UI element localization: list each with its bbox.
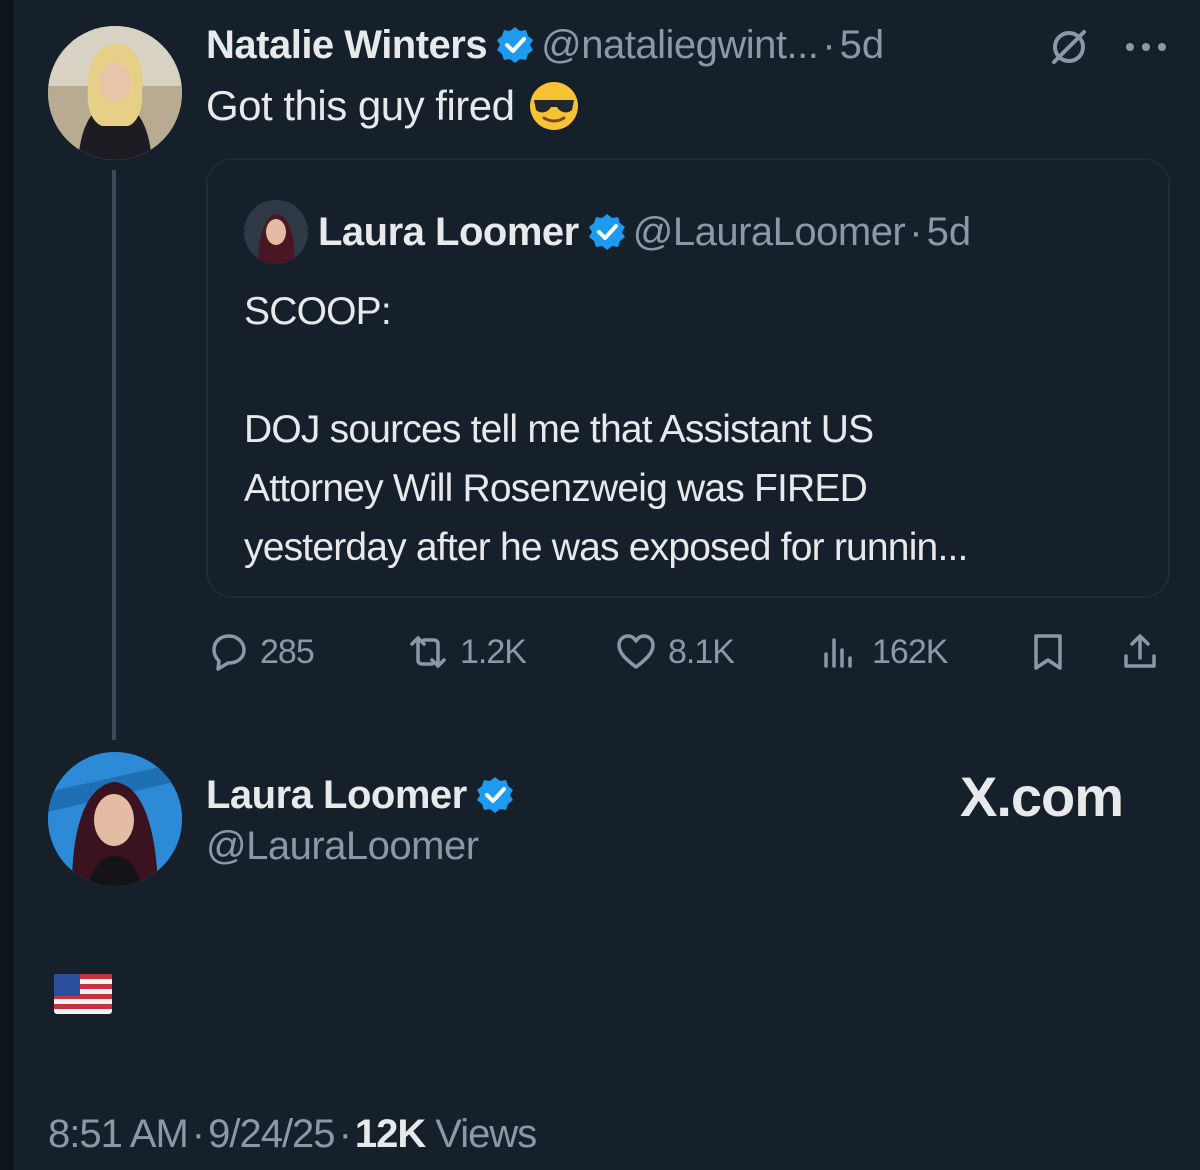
separator-dot: · [191,1111,205,1156]
bookmark-button[interactable] [1026,622,1080,682]
heart-icon [617,634,655,669]
post-date[interactable]: 9/24/25 [208,1112,335,1157]
quoted-author-handle[interactable]: @LauraLoomer [633,210,906,255]
thread-connector-line [112,170,116,740]
like-count: 8.1K [668,632,735,671]
quoted-tweet-header: Laura Loomer @LauraLoomer · 5d [318,206,971,258]
verified-badge-icon [495,25,535,65]
author-name[interactable]: Natalie Winters [206,23,488,68]
tweet-time[interactable]: 5d [840,23,885,68]
post-time[interactable]: 8:51 AM [48,1112,189,1157]
grok-icon[interactable] [1048,26,1090,68]
views-label: Views [435,1111,537,1156]
views-count: 162K [872,632,948,671]
quoted-tweet-card[interactable]: Laura Loomer @LauraLoomer · 5d SCOOP: DO… [206,158,1170,598]
separator-dot: · [822,22,836,67]
separator-dot: · [338,1111,352,1156]
quoted-text-line: Attorney Will Rosenzweig was FIRED [244,467,868,510]
sunglasses-emoji-icon [528,80,580,132]
separator-dot: · [909,209,923,254]
window-edge [0,0,14,1170]
reply-author-name[interactable]: Laura Loomer [206,773,467,818]
tweet-text: Got this guy fired [206,82,515,129]
views-total: 12K [354,1111,426,1156]
tweet-footer-meta: 8:51 AM · 9/24/25 · 12K Views [48,1106,537,1162]
parent-tweet-text: Got this guy fired [206,80,580,132]
repost-count: 1.2K [460,632,527,671]
parent-tweet-header: Natalie Winters @nataliegwint... · 5d [206,22,884,68]
reply-button[interactable]: 285 [206,622,315,682]
avatar-natalie-winters[interactable] [48,26,182,160]
x-com-watermark: X.com [960,765,1124,828]
us-flag-emoji-icon [54,974,112,1014]
share-icon [1124,634,1156,668]
avatar-laura-loomer[interactable] [48,752,182,886]
share-button[interactable] [1118,622,1172,682]
like-button[interactable]: 8.1K [614,622,735,682]
views-button[interactable]: 162K [818,622,948,682]
quoted-author-avatar[interactable] [244,200,308,264]
quoted-author-name[interactable]: Laura Loomer [318,210,579,255]
verified-badge-icon [587,212,627,252]
quoted-tweet-time[interactable]: 5d [927,210,972,255]
tweet-screenshot: Natalie Winters @nataliegwint... · 5d Go… [0,0,1200,1170]
reply-icon [212,634,246,671]
more-options-icon[interactable] [1124,40,1168,54]
bookmark-icon [1034,634,1062,670]
repost-icon [410,636,446,668]
tweet-action-bar: 285 1.2K 8.1K 162K [206,622,1170,682]
reply-author-handle[interactable]: @LauraLoomer [206,824,479,869]
repost-button[interactable]: 1.2K [406,622,527,682]
quoted-text-line: SCOOP: [244,290,392,333]
quoted-text-line: yesterday after he was exposed for runni… [244,526,968,569]
reply-author-header: Laura Loomer [206,768,521,822]
author-handle[interactable]: @nataliegwint... [541,23,819,68]
verified-badge-icon [475,775,515,815]
quoted-tweet-text: SCOOP: DOJ sources tell me that Assistan… [244,282,1154,577]
quoted-text-line: DOJ sources tell me that Assistant US [244,408,874,451]
reply-count: 285 [260,632,315,671]
analytics-icon [824,638,852,668]
